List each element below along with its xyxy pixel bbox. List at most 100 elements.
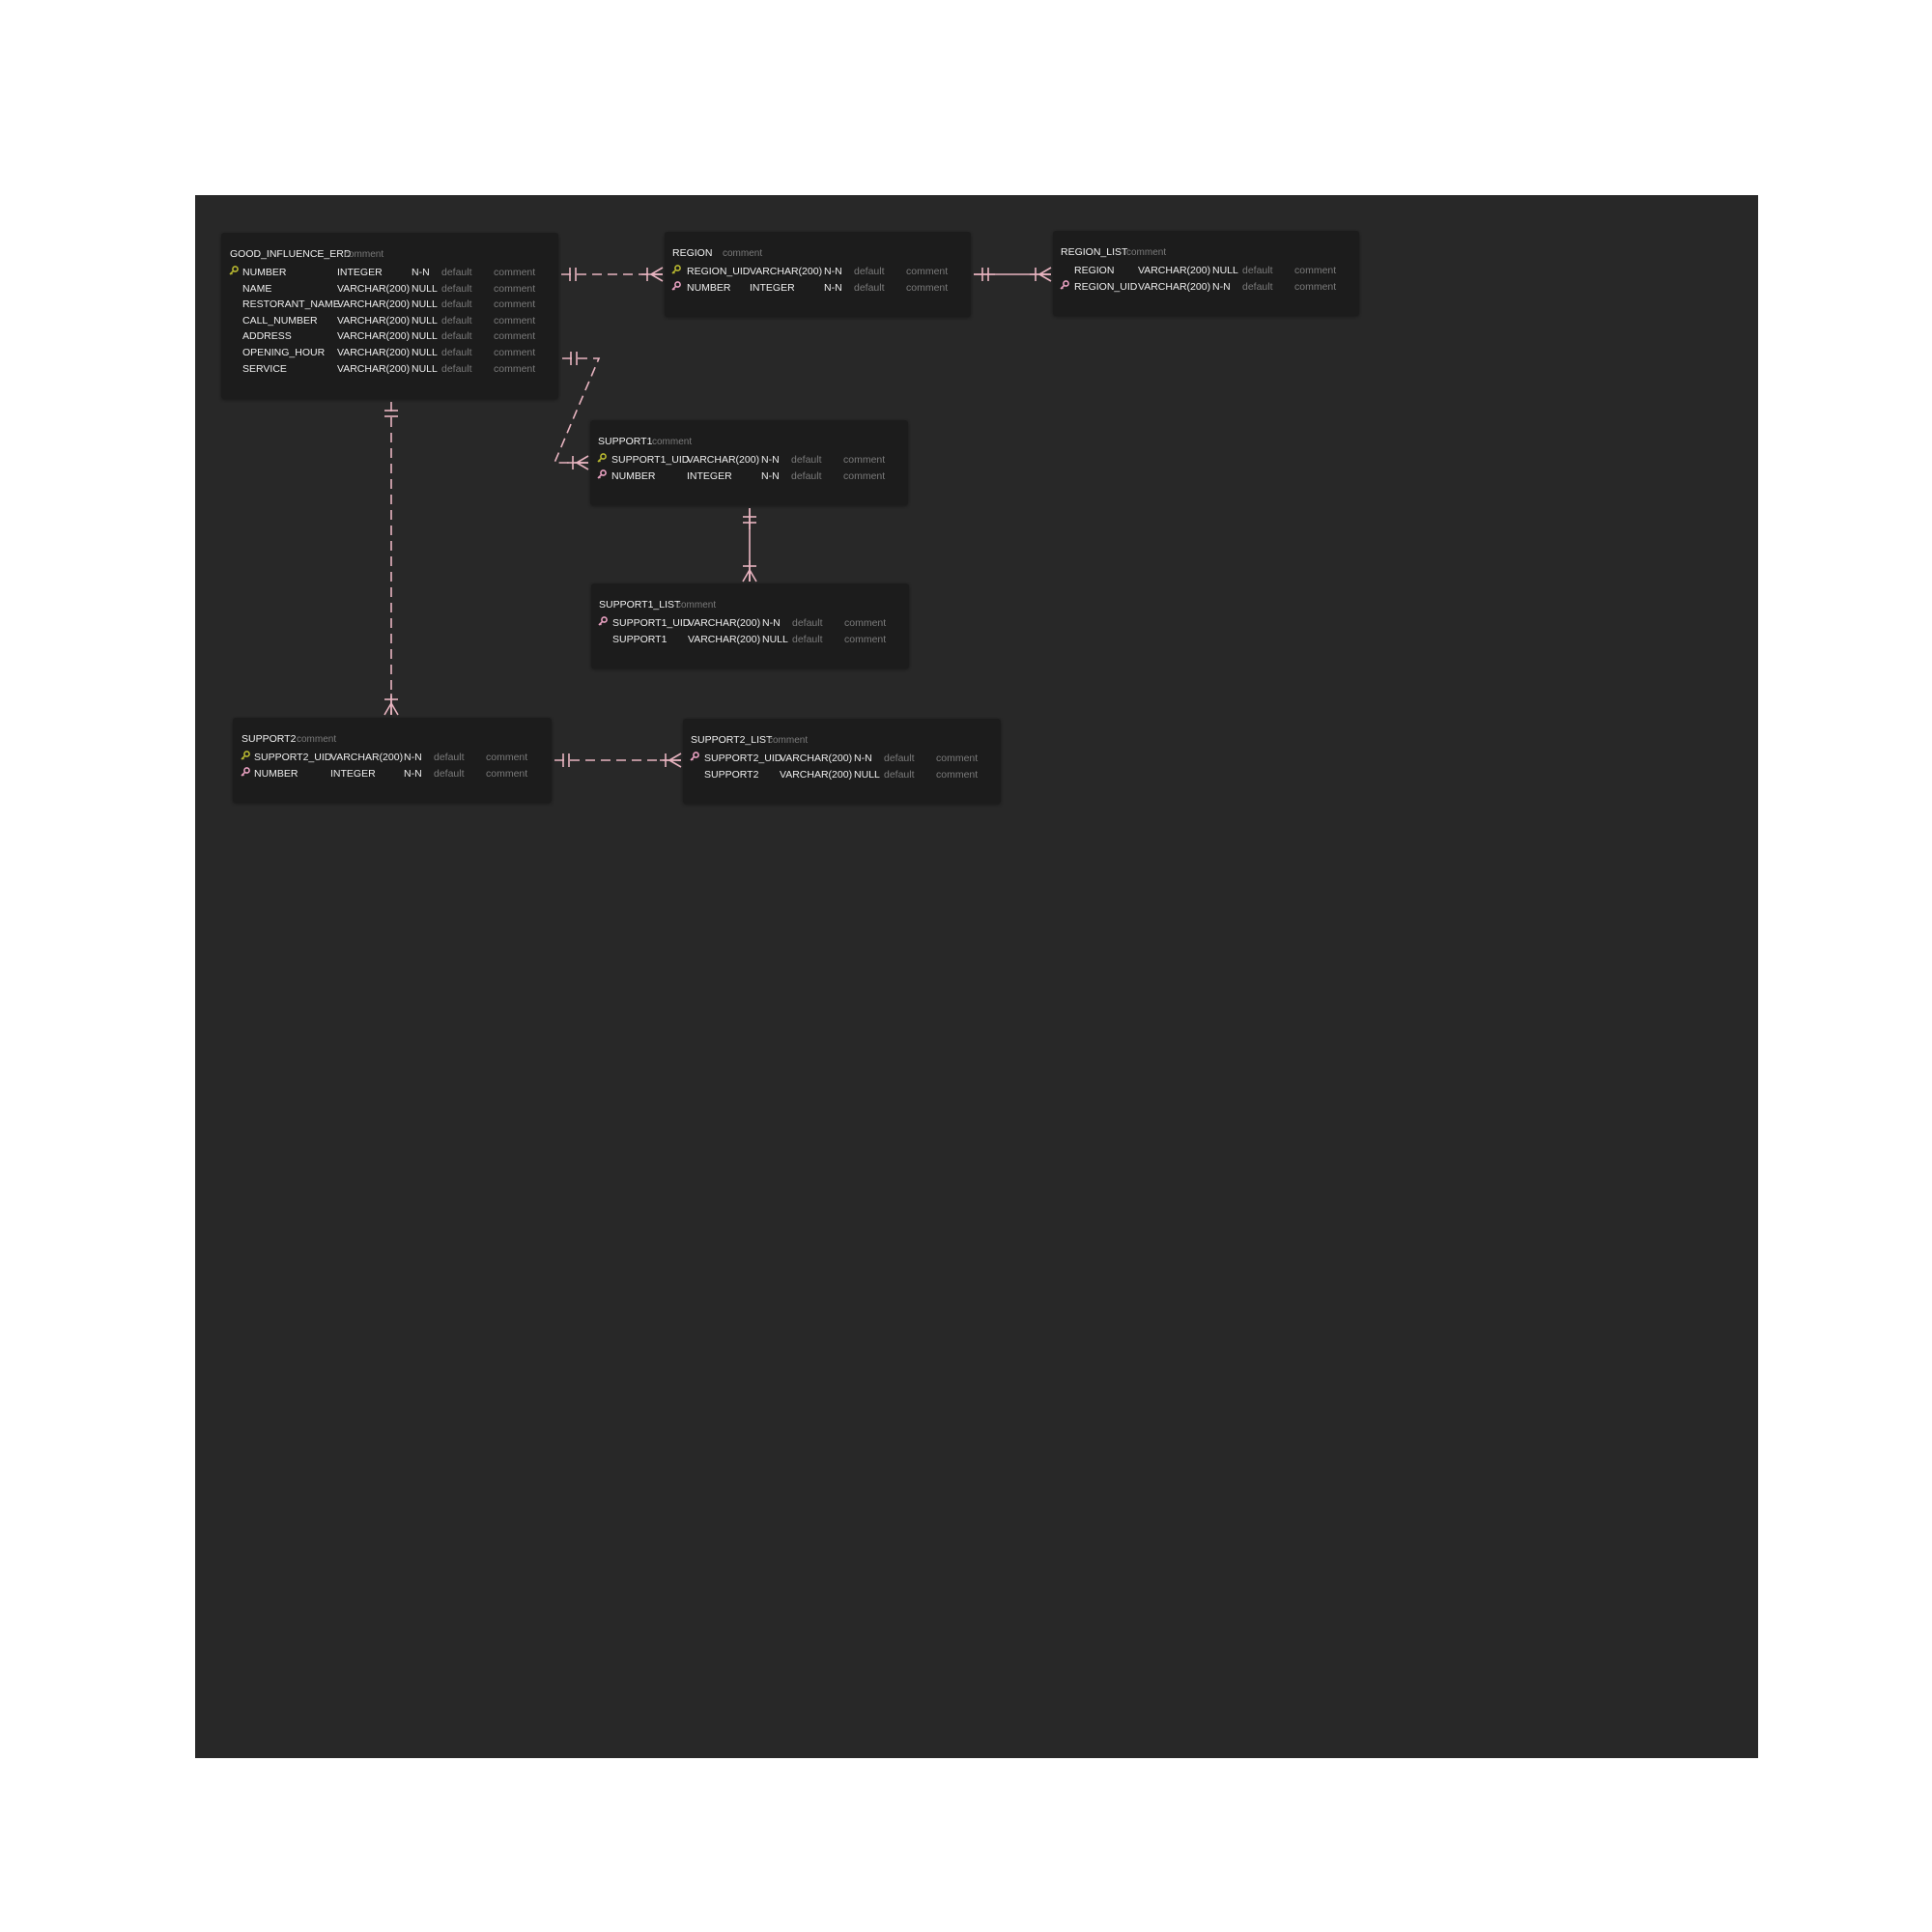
table-comment[interactable]: comment xyxy=(676,600,716,611)
column-row[interactable]: NUMBER INTEGER N-N default comment xyxy=(665,280,971,296)
column-comment[interactable]: comment xyxy=(486,750,527,765)
column-nullable[interactable]: NULL xyxy=(412,281,438,297)
column-comment[interactable]: comment xyxy=(906,280,948,296)
column-default[interactable]: default xyxy=(441,345,472,360)
erd-canvas[interactable] xyxy=(195,195,1758,1758)
column-default[interactable]: default xyxy=(854,264,885,279)
column-name[interactable]: REGION_UID xyxy=(1074,279,1137,295)
column-default[interactable]: default xyxy=(441,265,472,280)
column-nullable[interactable]: NULL xyxy=(854,767,880,782)
column-default[interactable]: default xyxy=(791,469,822,484)
column-comment[interactable]: comment xyxy=(494,265,535,280)
table-comment[interactable]: comment xyxy=(768,735,808,746)
column-default[interactable]: default xyxy=(441,361,472,377)
table-name[interactable]: SUPPORT2 xyxy=(242,733,296,745)
table-name[interactable]: REGION xyxy=(672,247,712,259)
column-type[interactable]: INTEGER xyxy=(750,280,795,296)
column-type[interactable]: VARCHAR(200) xyxy=(337,328,410,344)
column-default[interactable]: default xyxy=(792,615,823,631)
column-row[interactable]: SUPPORT1_UID VARCHAR(200) N-N default commen… xyxy=(591,615,909,631)
column-row[interactable]: REGION_UID VARCHAR(200) N-N default comment xyxy=(665,264,971,279)
column-type[interactable]: VARCHAR(200) xyxy=(688,615,760,631)
column-comment[interactable]: comment xyxy=(494,313,535,328)
column-nullable[interactable]: N-N xyxy=(1212,279,1231,295)
column-row[interactable]: SUPPORT1 VARCHAR(200) NULL default comment xyxy=(591,632,909,647)
table-name[interactable]: SUPPORT1_LIST xyxy=(599,599,680,611)
column-comment[interactable]: comment xyxy=(843,452,885,468)
column-nullable[interactable]: NULL xyxy=(1212,263,1238,278)
column-comment[interactable]: comment xyxy=(936,767,978,782)
column-name[interactable]: CALL_NUMBER xyxy=(242,313,318,328)
column-comment[interactable]: comment xyxy=(494,328,535,344)
table-good-influence-erd[interactable]: GOOD_INFLUENCE_ERD comment NUMBER INTEGER N-… xyxy=(221,233,558,399)
column-row[interactable]: RESTORANT_NAME VARCHAR(200) NULL default com… xyxy=(221,297,558,312)
column-name[interactable]: SUPPORT1_UID xyxy=(611,452,689,468)
column-type[interactable]: VARCHAR(200) xyxy=(780,751,852,766)
column-type[interactable]: VARCHAR(200) xyxy=(337,313,410,328)
column-name[interactable]: OPENING_HOUR xyxy=(242,345,325,360)
column-nullable[interactable]: NULL xyxy=(412,345,438,360)
column-name[interactable]: SUPPORT1_UID xyxy=(612,615,690,631)
column-type[interactable]: VARCHAR(200) xyxy=(337,281,410,297)
column-name[interactable]: NAME xyxy=(242,281,271,297)
table-name[interactable]: GOOD_INFLUENCE_ERD xyxy=(230,248,351,260)
column-type[interactable]: VARCHAR(200) xyxy=(1138,263,1210,278)
column-name[interactable]: REGION xyxy=(1074,263,1114,278)
table-comment[interactable]: comment xyxy=(1126,247,1166,258)
column-row[interactable]: SUPPORT2 VARCHAR(200) NULL default comment xyxy=(683,767,1001,782)
table-name[interactable]: REGION_LIST xyxy=(1061,246,1127,258)
table-region[interactable]: REGION comment REGION_UID VARCHAR(200) N-N de… xyxy=(665,232,971,317)
column-comment[interactable]: comment xyxy=(486,766,527,781)
column-name[interactable]: RESTORANT_NAME xyxy=(242,297,340,312)
table-support1[interactable]: SUPPORT1 comment SUPPORT1_UID VARCHAR(200) N… xyxy=(590,420,908,505)
table-comment[interactable]: comment xyxy=(344,249,384,260)
column-type[interactable]: VARCHAR(200) xyxy=(687,452,759,468)
table-support2[interactable]: SUPPORT2 comment SUPPORT2_UID VARCHAR(200) N… xyxy=(233,718,552,803)
column-nullable[interactable]: N-N xyxy=(824,264,842,279)
column-default[interactable]: default xyxy=(1242,263,1273,278)
column-row[interactable]: NAME VARCHAR(200) NULL default comment xyxy=(221,281,558,297)
column-comment[interactable]: comment xyxy=(1294,279,1336,295)
column-type[interactable]: VARCHAR(200) xyxy=(337,345,410,360)
column-default[interactable]: default xyxy=(441,297,472,312)
column-name[interactable]: SUPPORT2 xyxy=(704,767,758,782)
column-name[interactable]: SUPPORT2_UID xyxy=(704,751,781,766)
column-row[interactable]: SERVICE VARCHAR(200) NULL default comment xyxy=(221,361,558,377)
column-comment[interactable]: comment xyxy=(843,469,885,484)
column-row[interactable]: SUPPORT2_UID VARCHAR(200) N-N default commen… xyxy=(233,750,552,765)
column-nullable[interactable]: N-N xyxy=(404,766,422,781)
column-type[interactable]: VARCHAR(200) xyxy=(337,361,410,377)
column-type[interactable]: VARCHAR(200) xyxy=(750,264,822,279)
column-name[interactable]: SERVICE xyxy=(242,361,287,377)
column-comment[interactable]: comment xyxy=(494,345,535,360)
column-nullable[interactable]: N-N xyxy=(761,452,780,468)
column-row[interactable]: REGION VARCHAR(200) NULL default comment xyxy=(1053,263,1359,278)
column-default[interactable]: default xyxy=(1242,279,1273,295)
column-type[interactable]: VARCHAR(200) xyxy=(780,767,852,782)
column-row[interactable]: SUPPORT2_UID VARCHAR(200) N-N default commen… xyxy=(683,751,1001,766)
column-default[interactable]: default xyxy=(441,313,472,328)
column-default[interactable]: default xyxy=(884,767,915,782)
column-comment[interactable]: comment xyxy=(844,632,886,647)
table-support2-list[interactable]: SUPPORT2_LIST comment SUPPORT2_UID VARCHAR(… xyxy=(683,719,1001,804)
column-default[interactable]: default xyxy=(884,751,915,766)
column-row[interactable]: SUPPORT1_UID VARCHAR(200) N-N default commen… xyxy=(590,452,908,468)
column-comment[interactable]: comment xyxy=(494,297,535,312)
table-comment[interactable]: comment xyxy=(652,437,692,447)
column-type[interactable]: VARCHAR(200) xyxy=(688,632,760,647)
column-row[interactable]: CALL_NUMBER VARCHAR(200) NULL default commen… xyxy=(221,313,558,328)
column-comment[interactable]: comment xyxy=(844,615,886,631)
column-nullable[interactable]: N-N xyxy=(762,615,781,631)
table-comment[interactable]: comment xyxy=(297,734,336,745)
column-comment[interactable]: comment xyxy=(494,361,535,377)
table-comment[interactable]: comment xyxy=(723,248,762,259)
column-type[interactable]: INTEGER xyxy=(330,766,376,781)
column-nullable[interactable]: NULL xyxy=(412,313,438,328)
column-comment[interactable]: comment xyxy=(906,264,948,279)
column-name[interactable]: NUMBER xyxy=(254,766,298,781)
column-type[interactable]: VARCHAR(200) xyxy=(1138,279,1210,295)
table-name[interactable]: SUPPORT2_LIST xyxy=(691,734,772,746)
column-name[interactable]: SUPPORT2_UID xyxy=(254,750,331,765)
column-nullable[interactable]: N-N xyxy=(761,469,780,484)
column-default[interactable]: default xyxy=(434,766,465,781)
